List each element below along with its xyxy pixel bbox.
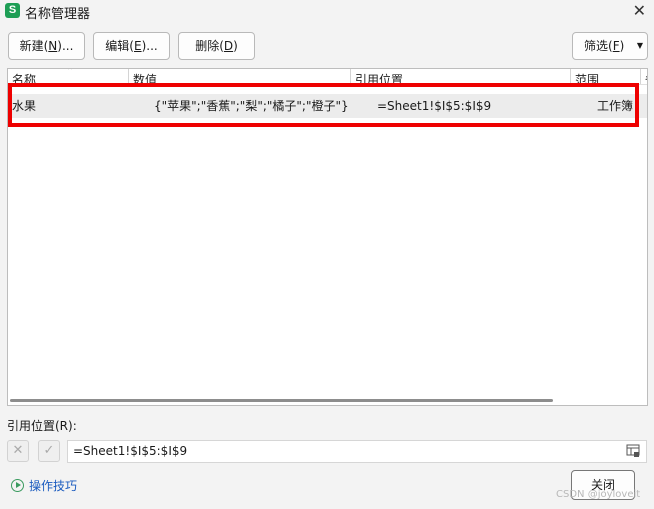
app-icon: S	[5, 3, 20, 18]
column-header-scope[interactable]: 范围	[571, 69, 641, 84]
column-header-refers-to[interactable]: 引用位置	[351, 69, 571, 84]
new-button-prefix: 新建(	[19, 39, 49, 53]
refers-to-label: 引用位置(R):	[7, 419, 77, 433]
refers-to-input[interactable]: =Sheet1!$I$5:$I$9	[67, 440, 647, 463]
table-row[interactable]: 水果 {"苹果";"香蕉";"梨";"橘子";"橙子"} =Sheet1!$I$…	[8, 94, 647, 118]
row-refers-to-cell: =Sheet1!$I$5:$I$9	[377, 99, 492, 113]
cancel-edit-icon[interactable]: ✕	[7, 440, 29, 462]
chevron-down-icon: ▼	[636, 41, 643, 50]
filter-dropdown[interactable]: 筛选(F) ▼	[572, 32, 648, 60]
list-header: 名称 数值 引用位置 范围 备 ⌃	[8, 69, 647, 85]
play-circle-icon	[11, 479, 24, 492]
delete-button-suffix: )	[233, 39, 238, 53]
edit-button[interactable]: 编辑(E)...	[93, 32, 170, 60]
column-header-value[interactable]: 数值	[129, 69, 351, 84]
row-value-cell: {"苹果";"香蕉";"梨";"橘子";"橙子"}	[154, 99, 349, 113]
filter-label-suffix: )	[619, 39, 625, 53]
title-bar: S 名称管理器 ✕	[0, 0, 654, 22]
window-title: 名称管理器	[25, 7, 91, 22]
delete-button[interactable]: 删除(D)	[178, 32, 255, 60]
column-header-comment[interactable]: 备	[641, 69, 647, 84]
refers-to-value: =Sheet1!$I$5:$I$9	[73, 444, 188, 458]
close-icon[interactable]: ✕	[633, 1, 646, 20]
new-button-suffix: )...	[57, 39, 74, 53]
watermark: CSDN @joyloveit	[556, 489, 641, 500]
filter-label-prefix: 筛选(	[584, 39, 613, 53]
tips-label: 操作技巧	[29, 479, 78, 493]
sort-ascending-icon: ⌃	[66, 69, 75, 77]
names-list[interactable]: 名称 数值 引用位置 范围 备 ⌃ 水果 {"苹果";"香蕉";"梨";"橘子"…	[7, 68, 648, 406]
tips-link[interactable]: 操作技巧	[11, 477, 77, 494]
range-select-icon[interactable]	[626, 444, 640, 458]
new-button[interactable]: 新建(N)...	[8, 32, 85, 60]
confirm-edit-icon[interactable]: ✓	[38, 440, 60, 462]
edit-button-prefix: 编辑(	[105, 39, 134, 53]
row-name-cell: 水果	[12, 99, 37, 113]
delete-button-key: D	[223, 39, 234, 53]
horizontal-scrollbar[interactable]	[10, 399, 553, 402]
delete-button-prefix: 删除(	[195, 39, 224, 53]
new-button-key: N	[48, 39, 58, 53]
row-scope-cell: 工作簿	[597, 99, 634, 113]
filter-label-key: F	[612, 39, 620, 53]
edit-button-suffix: )...	[141, 39, 158, 53]
edit-button-key: E	[133, 39, 142, 53]
